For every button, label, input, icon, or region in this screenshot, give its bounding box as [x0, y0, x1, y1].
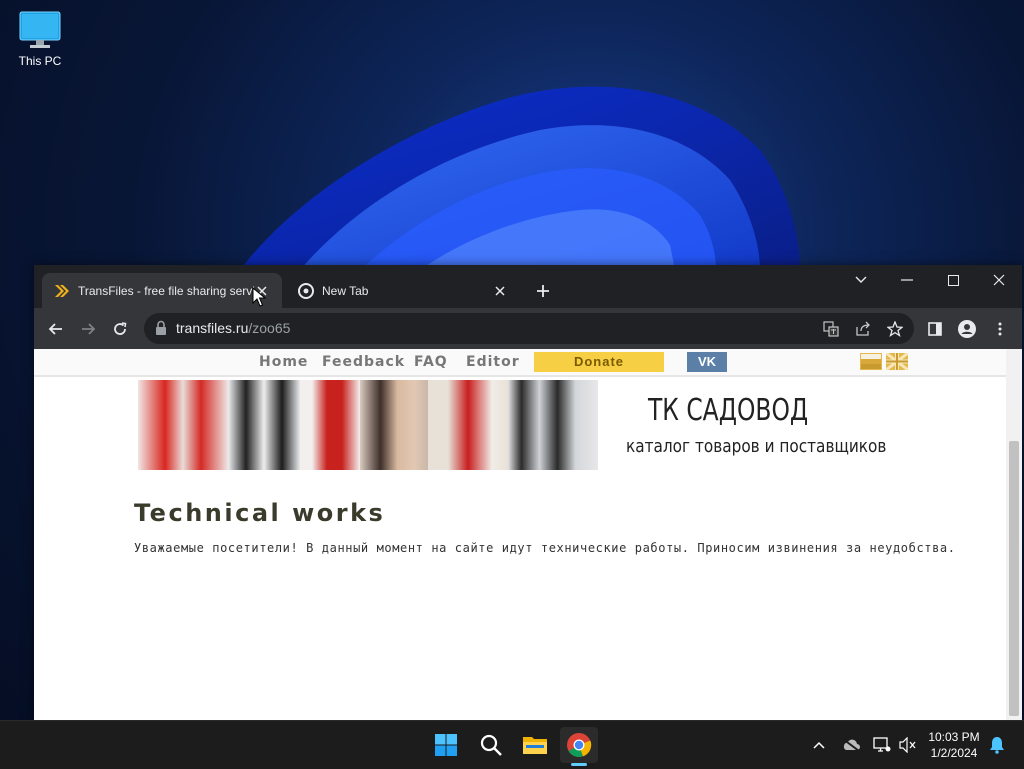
clock-time: 10:03 PM: [928, 730, 980, 744]
minimize-icon: [901, 279, 913, 281]
desktop-icon-label: This PC: [18, 54, 62, 68]
transfiles-favicon-icon: [55, 284, 69, 297]
notifications-button[interactable]: [987, 735, 1007, 755]
maximize-icon: [947, 274, 959, 286]
product-photo: [138, 380, 228, 470]
monitor-icon: [19, 11, 61, 48]
bookmark-button[interactable]: [886, 320, 904, 338]
file-explorer-button[interactable]: [516, 727, 554, 763]
nav-link-feedback[interactable]: Feedback: [322, 354, 405, 370]
desktop-icon-this-pc[interactable]: This PC: [12, 10, 68, 68]
taskbar: 10:03 PM 1/2/2024: [0, 720, 1024, 769]
site-nav: Home Feedback FAQ Editor Donate VK: [34, 349, 1006, 377]
vk-button[interactable]: VK: [687, 352, 727, 372]
tab-search-button[interactable]: [838, 265, 884, 295]
profile-button[interactable]: [957, 319, 977, 339]
tab-transfiles[interactable]: TransFiles - free file sharing servic: [42, 273, 282, 308]
donate-button[interactable]: Donate: [534, 352, 664, 372]
network-button[interactable]: [872, 735, 892, 755]
close-icon: [993, 274, 1005, 286]
url-domain: transfiles.ru: [176, 320, 249, 336]
tab-new-tab[interactable]: New Tab: [286, 273, 520, 308]
search-button[interactable]: [472, 727, 510, 763]
address-bar[interactable]: transfiles.ru/zoo65: [144, 313, 914, 344]
translate-icon: [823, 321, 839, 337]
share-icon: [856, 321, 870, 336]
chrome-taskbar-button[interactable]: [560, 727, 598, 763]
start-button[interactable]: [427, 727, 465, 763]
nav-link-faq[interactable]: FAQ: [414, 354, 448, 370]
onedrive-button[interactable]: [841, 735, 861, 755]
back-button[interactable]: [42, 316, 70, 342]
plus-icon: [537, 285, 549, 297]
url-path: /zoo65: [248, 320, 291, 336]
russian-flag-icon[interactable]: [860, 353, 882, 370]
browser-window: TransFiles - free file sharing servic Ne…: [34, 265, 1022, 721]
arrow-right-icon: [82, 323, 96, 335]
reload-button[interactable]: [106, 316, 134, 342]
page-heading: Technical works: [134, 499, 386, 527]
speaker-muted-icon: [899, 737, 916, 753]
brand-subtitle: каталог товаров и поставщиков: [626, 436, 887, 457]
active-app-indicator: [571, 763, 587, 766]
nav-link-home[interactable]: Home: [259, 354, 308, 370]
chevron-down-icon: [855, 276, 867, 283]
tab-title: TransFiles - free file sharing servic: [78, 283, 254, 298]
system-clock[interactable]: 10:03 PM 1/2/2024: [922, 729, 986, 761]
url-text: transfiles.ru/zoo65: [176, 320, 290, 336]
product-photo: [228, 380, 300, 470]
close-icon: [495, 285, 505, 296]
tab-title: New Tab: [322, 283, 369, 298]
maximize-button[interactable]: [930, 265, 976, 295]
file-explorer-icon: [523, 737, 547, 754]
side-panel-button[interactable]: [925, 319, 945, 339]
lock-icon: [156, 320, 166, 335]
brand-title: ТК САДОВОД: [648, 393, 809, 428]
wallpaper: [0, 0, 1024, 270]
network-icon: [873, 737, 891, 752]
clock-date: 1/2/2024: [930, 746, 978, 760]
volume-button[interactable]: [898, 735, 918, 755]
reload-icon: [114, 322, 127, 335]
tab-close-button[interactable]: [492, 283, 508, 299]
chevron-up-icon: [813, 741, 825, 749]
forward-button[interactable]: [74, 316, 102, 342]
nav-link-editor[interactable]: Editor: [466, 354, 520, 370]
banner-photos[interactable]: [138, 380, 598, 470]
arrow-left-icon: [48, 323, 62, 335]
show-hidden-icons-button[interactable]: [809, 735, 829, 755]
page-content: Home Feedback FAQ Editor Donate VK ТК СА…: [34, 349, 1006, 721]
share-button[interactable]: [854, 320, 872, 338]
profile-icon: [958, 320, 976, 338]
browser-toolbar: transfiles.ru/zoo65: [34, 308, 1022, 349]
search-icon: [480, 734, 502, 756]
translate-button[interactable]: [822, 320, 840, 338]
windows-start-icon: [435, 734, 457, 756]
product-photo: [508, 380, 598, 470]
minimize-button[interactable]: [884, 265, 930, 295]
page-scrollbar[interactable]: [1006, 349, 1022, 721]
more-vert-icon: [998, 322, 1002, 336]
cloud-off-icon: [842, 738, 860, 752]
mouse-cursor-icon: [252, 287, 266, 307]
product-photo: [360, 380, 428, 470]
side-panel-icon: [928, 322, 942, 336]
bell-icon: [990, 737, 1004, 754]
chrome-icon: [298, 282, 314, 299]
new-tab-button[interactable]: [531, 279, 555, 303]
tab-strip: TransFiles - free file sharing servic Ne…: [34, 265, 1022, 308]
uk-flag-icon[interactable]: [886, 353, 908, 370]
product-photo: [428, 380, 508, 470]
menu-button[interactable]: [990, 319, 1010, 339]
close-window-button[interactable]: [976, 265, 1022, 295]
maintenance-notice: Уважаемые посетители! В данный момент на…: [134, 541, 956, 555]
chrome-icon: [567, 733, 592, 757]
star-icon: [887, 321, 903, 337]
product-photo: [300, 380, 360, 470]
scrollbar-thumb[interactable]: [1009, 441, 1019, 716]
